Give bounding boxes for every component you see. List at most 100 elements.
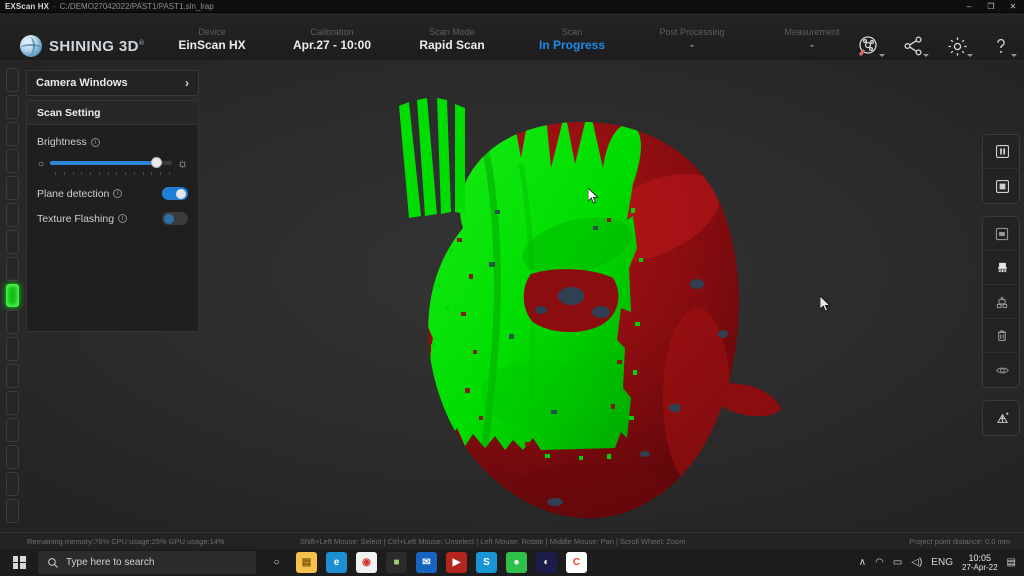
scan-calibration-icon[interactable] — [856, 33, 885, 59]
quality-segment — [6, 364, 19, 389]
step-device[interactable]: Device EinScan HX — [178, 26, 245, 53]
step-calibration-value: Apr.27 - 10:00 — [292, 38, 372, 52]
quality-segment — [6, 337, 19, 362]
tray-chevron-icon[interactable]: ∧ — [859, 557, 866, 568]
brand-logo: SHINING 3D® — [20, 35, 144, 57]
minimize-button[interactable]: – — [958, 0, 980, 13]
share-icon[interactable] — [900, 33, 929, 59]
maximize-button[interactable]: ❐ — [980, 0, 1002, 13]
taskbar-apps: ○ ▤ e ◉ ■ ✉ ▶ S ● ◐ C — [266, 552, 587, 573]
sun-small-icon: ☼ — [37, 158, 46, 168]
model-spikes — [399, 98, 465, 218]
search-icon — [48, 557, 58, 568]
chevron-down-icon — [967, 54, 973, 57]
scan-setting-panel: Scan Setting Brightness i ☼ ☼ Plane dete… — [26, 100, 199, 332]
info-icon[interactable]: i — [113, 189, 123, 198]
start-button[interactable] — [0, 549, 38, 576]
step-scan-title: Scan — [561, 27, 583, 37]
resource-usage-text: Remaining memory:76% CPU usage:25% GPU u… — [27, 537, 225, 546]
store-icon[interactable]: ■ — [386, 552, 407, 573]
quality-segment — [6, 175, 19, 200]
edge-icon[interactable]: e — [326, 552, 347, 573]
right-toolbar — [982, 134, 1020, 436]
help-icon[interactable] — [988, 33, 1017, 59]
chevron-right-icon[interactable]: › — [185, 76, 189, 90]
mouse-cursor — [587, 187, 599, 209]
texture-flashing-toggle[interactable] — [162, 212, 188, 225]
delete-button[interactable] — [983, 319, 1019, 353]
mail-icon[interactable]: ✉ — [416, 552, 437, 573]
app-header: SHINING 3D® Device EinScan HX Calibratio… — [0, 13, 1024, 96]
exscan-icon[interactable]: C — [566, 552, 587, 573]
scan-setting-body: Brightness i ☼ ☼ Plane detection i Textu… — [27, 125, 198, 225]
brightness-knob[interactable] — [151, 157, 163, 168]
secondary-cursor — [819, 295, 831, 317]
chevron-down-icon — [1011, 54, 1017, 57]
scan-quality-indicator — [6, 68, 19, 523]
step-scan[interactable]: Scan In Progress — [539, 26, 605, 53]
clock-date: 27-Apr-22 — [961, 562, 998, 572]
camera-windows-panel[interactable]: Camera Windows › — [26, 70, 199, 96]
line-icon[interactable]: ● — [506, 552, 527, 573]
brand-name: SHINING 3D® — [49, 38, 144, 55]
step-measurement-value: - — [810, 38, 814, 52]
wifi-icon[interactable]: ◠ — [875, 557, 884, 568]
notifications-icon[interactable]: ▤ — [1007, 557, 1016, 568]
brightness-fill — [50, 161, 157, 165]
close-button[interactable]: ✕ — [1002, 0, 1024, 13]
language-indicator[interactable]: ENG — [931, 557, 953, 568]
volume-icon[interactable]: ◁) — [911, 557, 922, 568]
step-scan-mode[interactable]: Scan Mode Rapid Scan — [419, 26, 484, 53]
edit-tool-group — [982, 216, 1020, 388]
step-calibration[interactable]: Calibration Apr.27 - 10:00 — [293, 26, 371, 53]
gear-icon[interactable] — [944, 33, 973, 59]
step-device-value: EinScan HX — [178, 38, 246, 52]
model-fin — [719, 383, 781, 417]
search-input[interactable]: Type here to search — [38, 551, 256, 574]
step-scan-mode-value: Rapid Scan — [419, 38, 485, 52]
brightness-ticks — [55, 172, 170, 175]
step-post-processing[interactable]: Post Processing - — [659, 26, 724, 53]
project-point-distance-text: Project point distance: 0.0 mm — [909, 537, 1010, 546]
plane-detection-label: Plane detection — [37, 187, 110, 200]
mesh-view-button[interactable] — [983, 401, 1019, 435]
media-icon[interactable]: ▶ — [446, 552, 467, 573]
browser-icon[interactable]: ◐ — [536, 552, 557, 573]
window-controls: – ❐ ✕ — [958, 0, 1024, 13]
texture-flashing-label-row: Texture Flashing i — [37, 213, 128, 225]
quality-segment — [6, 418, 19, 443]
plane-detection-toggle[interactable] — [162, 187, 188, 200]
quality-segment — [6, 229, 19, 254]
cortana-icon[interactable]: ○ — [266, 552, 287, 573]
mouse-shortcuts-text: Shift+Left Mouse: Select | Ctrl+Left Mou… — [300, 537, 686, 546]
playback-tool-group — [982, 134, 1020, 204]
save-project-button[interactable] — [983, 217, 1019, 251]
brightness-track[interactable] — [50, 157, 172, 168]
chrome-icon[interactable]: ◉ — [356, 552, 377, 573]
scanned-model[interactable] — [345, 98, 785, 528]
step-measurement[interactable]: Measurement - — [784, 26, 839, 53]
step-scan-mode-title: Scan Mode — [429, 27, 475, 37]
visibility-button[interactable] — [983, 353, 1019, 387]
quality-segment — [6, 148, 19, 173]
brightness-slider[interactable]: ☼ ☼ — [37, 156, 188, 170]
title-separator: - — [53, 1, 56, 11]
step-post-processing-value: - — [690, 38, 694, 52]
pause-button[interactable] — [983, 135, 1019, 169]
quality-segment — [6, 472, 19, 496]
stop-button[interactable] — [983, 169, 1019, 203]
skype-icon[interactable]: S — [476, 552, 497, 573]
network-icon[interactable]: ▭ — [893, 557, 902, 568]
chevron-down-icon — [923, 54, 929, 57]
clean-brush-button[interactable] — [983, 251, 1019, 285]
step-post-processing-title: Post Processing — [659, 27, 725, 37]
quality-segment — [6, 202, 19, 227]
info-icon[interactable]: i — [90, 137, 100, 147]
quality-segment — [6, 499, 19, 523]
info-icon[interactable]: i — [118, 214, 128, 223]
file-explorer-icon[interactable]: ▤ — [296, 552, 317, 573]
3d-viewport[interactable]: Camera Windows › Scan Setting Brightness… — [0, 60, 1024, 532]
clock-time: 10:05 — [968, 552, 992, 563]
clock[interactable]: 10:05 27-Apr-22 — [962, 553, 998, 573]
edit-select-button[interactable] — [983, 285, 1019, 319]
